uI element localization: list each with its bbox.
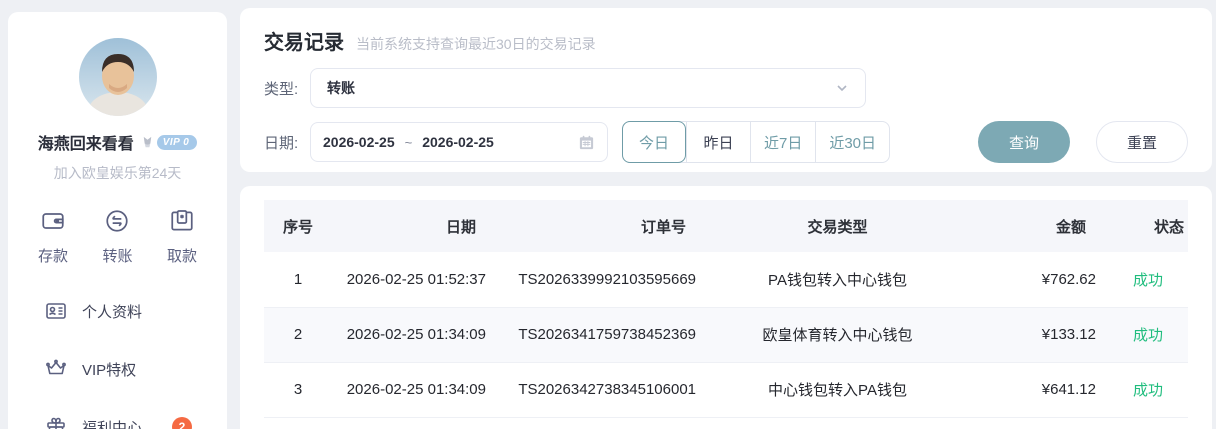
idcard-icon: [44, 299, 68, 323]
cell-amount: ¥641.12: [965, 362, 1110, 418]
avatar-image: [78, 38, 157, 116]
date-from-value: 2026-02-25: [323, 134, 395, 150]
vip-level-label: VIP 0: [156, 134, 198, 150]
type-select-value: 转账: [327, 80, 355, 96]
quick-range-30days[interactable]: 近30日: [815, 122, 890, 162]
cell-index: 1: [264, 252, 332, 308]
crown-icon: [44, 357, 68, 381]
transaction-table-panel: 序号 日期 订单号 交易类型 金额 状态 1 2026-02-25 01:52:…: [240, 186, 1212, 429]
profile-label: 个人资料: [82, 303, 143, 321]
col-header-amount: 金额: [965, 200, 1110, 252]
quick-range-today[interactable]: 今日: [622, 121, 686, 163]
cell-amount: ¥133.12: [965, 307, 1110, 363]
table-row: 1 2026-02-25 01:52:37 TS2026339992103595…: [264, 252, 1188, 308]
sidebar-item-vip[interactable]: VIP特权: [44, 340, 227, 398]
cell-order-no: TS2026339992103595669: [500, 252, 710, 308]
page-subtitle: 当前系统支持查询最近30日的交易记录: [356, 36, 596, 52]
table-row: 3 2026-02-25 01:34:09 TS2026342738345106…: [264, 362, 1188, 418]
wallet-actions: 存款 转账 取款: [8, 208, 227, 266]
welfare-notification-badge: 2: [172, 417, 193, 429]
quick-range-7days[interactable]: 近7日: [750, 122, 816, 162]
status-badge: 成功: [1110, 252, 1188, 308]
withdraw-action[interactable]: 取款: [167, 208, 197, 266]
date-filter-label: 日期:: [264, 134, 299, 152]
status-badge: 成功: [1110, 307, 1188, 363]
gift-icon: [44, 415, 68, 429]
avatar[interactable]: [78, 38, 157, 116]
sidebar-item-profile[interactable]: 个人资料: [44, 282, 227, 340]
transfer-icon: [104, 208, 130, 238]
cell-order-no: TS2026342738345106001: [500, 362, 710, 418]
quick-date-range-group: 今日 昨日 近7日 近30日: [622, 121, 891, 163]
table-header-row: 序号 日期 订单号 交易类型 金额 状态: [264, 200, 1188, 252]
vip-privileges-label: VIP特权: [82, 361, 137, 379]
search-button[interactable]: 查询: [978, 121, 1070, 163]
cell-date: 2026-02-25 01:34:09: [332, 307, 500, 363]
transaction-table: 序号 日期 订单号 交易类型 金额 状态 1 2026-02-25 01:52:…: [264, 200, 1188, 418]
chevron-down-icon: [835, 81, 849, 95]
withdraw-icon: [169, 208, 195, 238]
sidebar-menu: 个人资料 VIP特权 福利中心 2: [8, 282, 227, 429]
col-header-date: 日期: [332, 200, 500, 252]
cell-type: PA钱包转入中心钱包: [710, 252, 965, 308]
cell-date: 2026-02-25 01:52:37: [332, 252, 500, 308]
sidebar-item-welfare[interactable]: 福利中心 2: [44, 398, 227, 429]
calendar-icon: [578, 134, 595, 151]
type-filter-label: 类型:: [264, 80, 299, 98]
reset-button[interactable]: 重置: [1096, 121, 1188, 163]
cell-type: 中心钱包转入PA钱包: [710, 362, 965, 418]
user-sidebar: 海燕回来看看 VIP 0 加入欧皇娱乐第24天 存款 转账 取款 个人资料 VI…: [8, 12, 227, 429]
vip-medal-icon: [143, 136, 151, 147]
cell-date: 2026-02-25 01:34:09: [332, 362, 500, 418]
status-badge: 成功: [1110, 362, 1188, 418]
date-separator: ~: [404, 134, 413, 150]
cell-index: 3: [264, 362, 332, 418]
transfer-action[interactable]: 转账: [102, 208, 133, 266]
deposit-action[interactable]: 存款: [38, 208, 68, 266]
col-header-type: 交易类型: [710, 200, 965, 252]
col-header-status: 状态: [1110, 200, 1188, 252]
cell-type: 欧皇体育转入中心钱包: [710, 307, 965, 363]
welfare-center-label: 福利中心: [82, 419, 143, 429]
transfer-label: 转账: [102, 248, 133, 265]
transaction-filter-panel: 交易记录 当前系统支持查询最近30日的交易记录 类型: 转账 日期: 2026-…: [240, 8, 1212, 172]
cell-order-no: TS2026341759738452369: [500, 307, 710, 363]
cell-index: 2: [264, 307, 332, 363]
page-title: 交易记录: [264, 32, 344, 54]
quick-range-yesterday[interactable]: 昨日: [686, 122, 750, 162]
col-header-order: 订单号: [500, 200, 710, 252]
withdraw-label: 取款: [166, 248, 197, 265]
col-header-index: 序号: [264, 200, 332, 252]
date-to-value: 2026-02-25: [422, 134, 494, 150]
vip-badge[interactable]: VIP 0: [140, 134, 198, 150]
table-row: 2 2026-02-25 01:34:09 TS2026341759738452…: [264, 307, 1188, 363]
wallet-icon: [40, 208, 66, 238]
cell-amount: ¥762.62: [965, 252, 1110, 308]
type-select[interactable]: 转账: [310, 68, 866, 108]
date-range-input[interactable]: 2026-02-25 ~ 2026-02-25: [310, 122, 608, 162]
username: 海燕回来看看: [37, 136, 134, 153]
join-days-text: 加入欧皇娱乐第24天: [53, 165, 182, 181]
deposit-label: 存款: [38, 248, 69, 265]
